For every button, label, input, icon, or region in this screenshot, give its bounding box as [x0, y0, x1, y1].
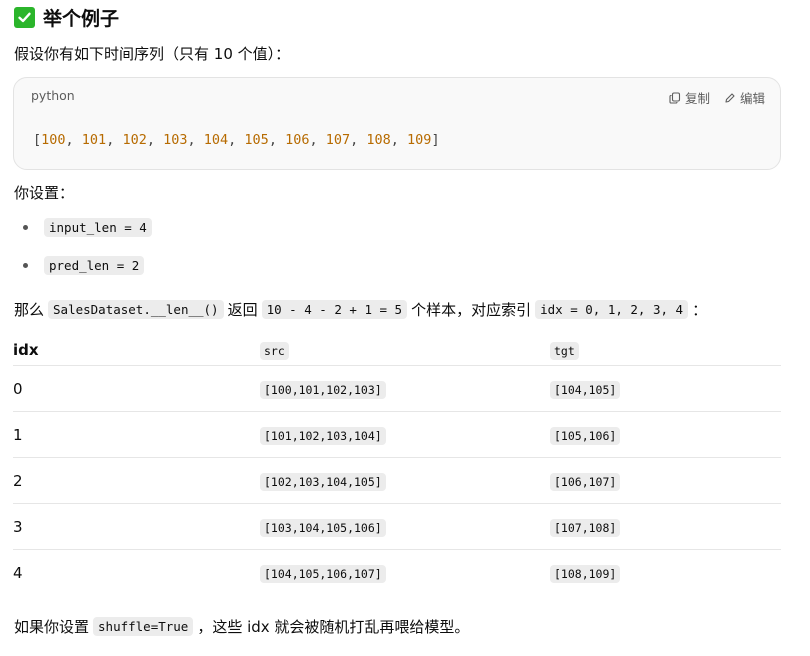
list-item: pred_len = 2: [14, 256, 145, 275]
idx-cell: 1: [13, 425, 23, 444]
table-row: 4 [104,105,106,107] [108,109]: [13, 550, 781, 595]
summary-text: ：: [692, 301, 708, 319]
idx-cell: 4: [13, 563, 23, 582]
idx-cell: 2: [13, 471, 23, 490]
column-header: src: [260, 341, 289, 360]
src-cell: [104,105,106,107]: [260, 564, 386, 583]
idx-cell: 3: [13, 517, 23, 536]
edit-button[interactable]: 编辑: [724, 88, 765, 107]
footer-text: ，这些 idx 就会被随机打乱再喂给模型。: [197, 618, 470, 636]
copy-icon: [669, 91, 681, 104]
table-row: 3 [103,104,105,106] [107,108]: [13, 504, 781, 550]
idx-cell: 0: [13, 379, 23, 398]
code-value: 100: [41, 132, 66, 148]
code-value: 106: [285, 132, 310, 148]
pencil-icon: [725, 92, 735, 103]
edit-label: 编辑: [739, 91, 765, 106]
tgt-cell: [105,106]: [550, 426, 621, 445]
summary-text: 个样本，对应索引: [411, 301, 532, 319]
column-header: idx: [13, 340, 39, 359]
src-cell: [102,103,104,105]: [260, 472, 386, 491]
table-row: 0 [100,101,102,103] [104,105]: [13, 366, 781, 412]
code-value: 109: [407, 132, 432, 148]
samples-table: idx src tgt 0 [100,101,102,103] [104,105…: [13, 334, 781, 595]
section-heading: 举个例子: [14, 4, 119, 30]
intro-text: 假设你有如下时间序列（只有 10 个值）：: [14, 45, 291, 63]
code-content: [100, 101, 102, 103, 104, 105, 106, 107,…: [33, 132, 440, 148]
code-value: 105: [244, 132, 269, 148]
code-language-label: python: [31, 88, 75, 103]
src-cell: [103,104,105,106]: [260, 518, 386, 537]
code-value: 102: [122, 132, 147, 148]
table-header-row: idx src tgt: [13, 334, 781, 366]
tgt-cell: [107,108]: [550, 518, 621, 537]
src-cell: [100,101,102,103]: [260, 380, 386, 399]
code-value: 108: [366, 132, 391, 148]
bullet-dot: [23, 263, 28, 268]
inline-code: 10 - 4 - 2 + 1 = 5: [261, 300, 408, 319]
bullet-dot: [23, 225, 28, 230]
copy-button[interactable]: 复制: [669, 88, 710, 107]
footer-text: 如果你设置: [14, 618, 90, 636]
footer-paragraph: 如果你设置 shuffle=True ，这些 idx 就会被随机打乱再喂给模型。: [14, 616, 469, 637]
column-header: tgt: [550, 341, 579, 360]
summary-paragraph: 那么 SalesDataset.__len__() 返回 10 - 4 - 2 …: [14, 299, 707, 320]
copy-label: 复制: [684, 91, 710, 106]
inline-code: shuffle=True: [93, 617, 194, 636]
check-mark-icon: [14, 6, 35, 28]
tgt-cell: [108,109]: [550, 564, 621, 583]
inline-code: SalesDataset.__len__(): [48, 300, 224, 319]
code-value: 104: [203, 132, 229, 148]
table-row: 1 [101,102,103,104] [105,106]: [13, 412, 781, 458]
tgt-cell: [106,107]: [550, 472, 621, 491]
tgt-cell: [104,105]: [550, 380, 621, 399]
inline-code: input_len = 4: [44, 218, 152, 237]
summary-text: 那么: [14, 301, 45, 319]
setting-text: 你设置：: [14, 184, 75, 202]
inline-code: pred_len = 2: [44, 256, 145, 275]
heading-title: 举个例子: [43, 7, 120, 30]
inline-code: idx = 0, 1, 2, 3, 4: [535, 300, 689, 319]
list-item: input_len = 4: [14, 218, 152, 237]
table-row: 2 [102,103,104,105] [106,107]: [13, 458, 781, 504]
code-value: 101: [81, 132, 107, 148]
src-cell: [101,102,103,104]: [260, 426, 386, 445]
code-value: 107: [325, 132, 351, 148]
code-value: 103: [163, 132, 188, 148]
code-block: python 复制 编辑 [100, 101, 102, 103, 104, 1…: [13, 77, 781, 170]
summary-text: 返回: [227, 301, 258, 319]
